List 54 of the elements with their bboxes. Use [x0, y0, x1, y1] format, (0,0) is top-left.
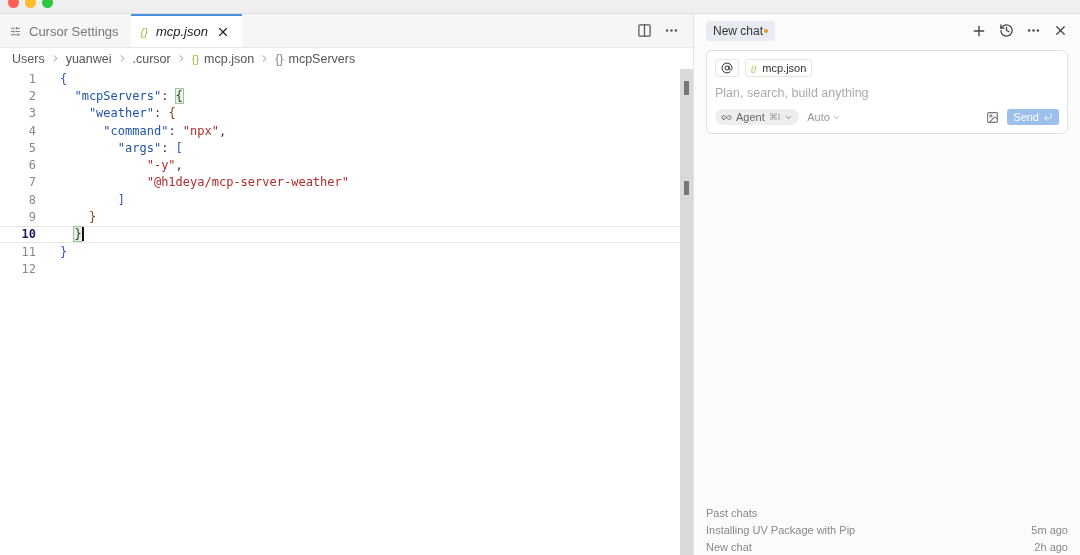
code-text: ] — [116, 192, 126, 207]
code-text: } — [87, 210, 97, 224]
split-editor-icon[interactable] — [637, 23, 652, 38]
code-text: "args": [ — [116, 140, 183, 155]
close-button[interactable] — [1053, 23, 1068, 38]
line-number: 3 — [27, 106, 36, 121]
line-number: 8 — [27, 192, 36, 207]
section-heading: Past chats — [706, 507, 759, 519]
line-number: 6 — [27, 158, 36, 173]
code-text: "weather": { — [87, 106, 176, 121]
code-text: "@h1deya/mcp-server-weather" — [145, 175, 349, 190]
context-chip[interactable]: {} mcp.json — [745, 59, 813, 77]
close-window-icon[interactable] — [8, 0, 19, 8]
line-number: 11 — [20, 244, 36, 259]
scrollbar[interactable] — [680, 69, 693, 555]
breadcrumb[interactable]: yuanwei — [65, 51, 112, 66]
mode-dropdown[interactable]: Agent ⌘I — [715, 109, 800, 125]
breadcrumb[interactable]: mcpServers — [288, 51, 356, 66]
editor-tab[interactable]: {} mcp.json — [130, 14, 242, 47]
enter-key-icon — [1043, 112, 1053, 122]
line-number: 7 — [27, 175, 36, 190]
code-text: { — [59, 71, 68, 86]
chat-input[interactable]: Plan, search, build anything — [715, 86, 1059, 100]
code-text: } — [59, 244, 68, 259]
line-number: 12 — [20, 261, 36, 276]
braces-icon: {} — [140, 25, 148, 38]
chat-tab[interactable]: New chat — [706, 20, 776, 41]
breadcrumb[interactable]: Users — [12, 51, 45, 66]
shortcut-hint: ⌘I — [768, 112, 781, 122]
line-number: 1 — [27, 71, 36, 86]
settings-icon — [10, 26, 21, 37]
past-chat-item[interactable]: Installing UV Package with Pip — [706, 524, 856, 536]
chat-time: 5m ago — [1031, 524, 1068, 536]
code-text: "mcpServers": { — [73, 88, 183, 103]
mention-button[interactable] — [715, 59, 739, 77]
chat-time: 2h ago — [1034, 541, 1068, 553]
editor-tab[interactable]: Cursor Settings — [0, 14, 131, 47]
line-number: 2 — [27, 88, 36, 103]
line-number: 4 — [27, 123, 36, 138]
breadcrumb[interactable]: mcp.json — [204, 51, 255, 66]
image-button[interactable] — [986, 110, 1000, 124]
braces-icon: {} — [275, 51, 284, 66]
code-text: "command": "npx", — [102, 123, 227, 138]
line-number: 5 — [27, 140, 36, 155]
code-text: "-y", — [145, 158, 183, 173]
at-sign-icon — [721, 62, 733, 74]
line-number: 9 — [27, 210, 36, 224]
line-number: 10 — [20, 227, 36, 242]
past-chat-item[interactable]: New chat — [706, 541, 752, 553]
breadcrumb[interactable]: .cursor — [132, 51, 171, 66]
history-button[interactable] — [999, 23, 1014, 38]
code-text: } — [73, 227, 84, 242]
braces-icon: {} — [751, 63, 757, 73]
braces-icon: {} — [191, 52, 200, 65]
